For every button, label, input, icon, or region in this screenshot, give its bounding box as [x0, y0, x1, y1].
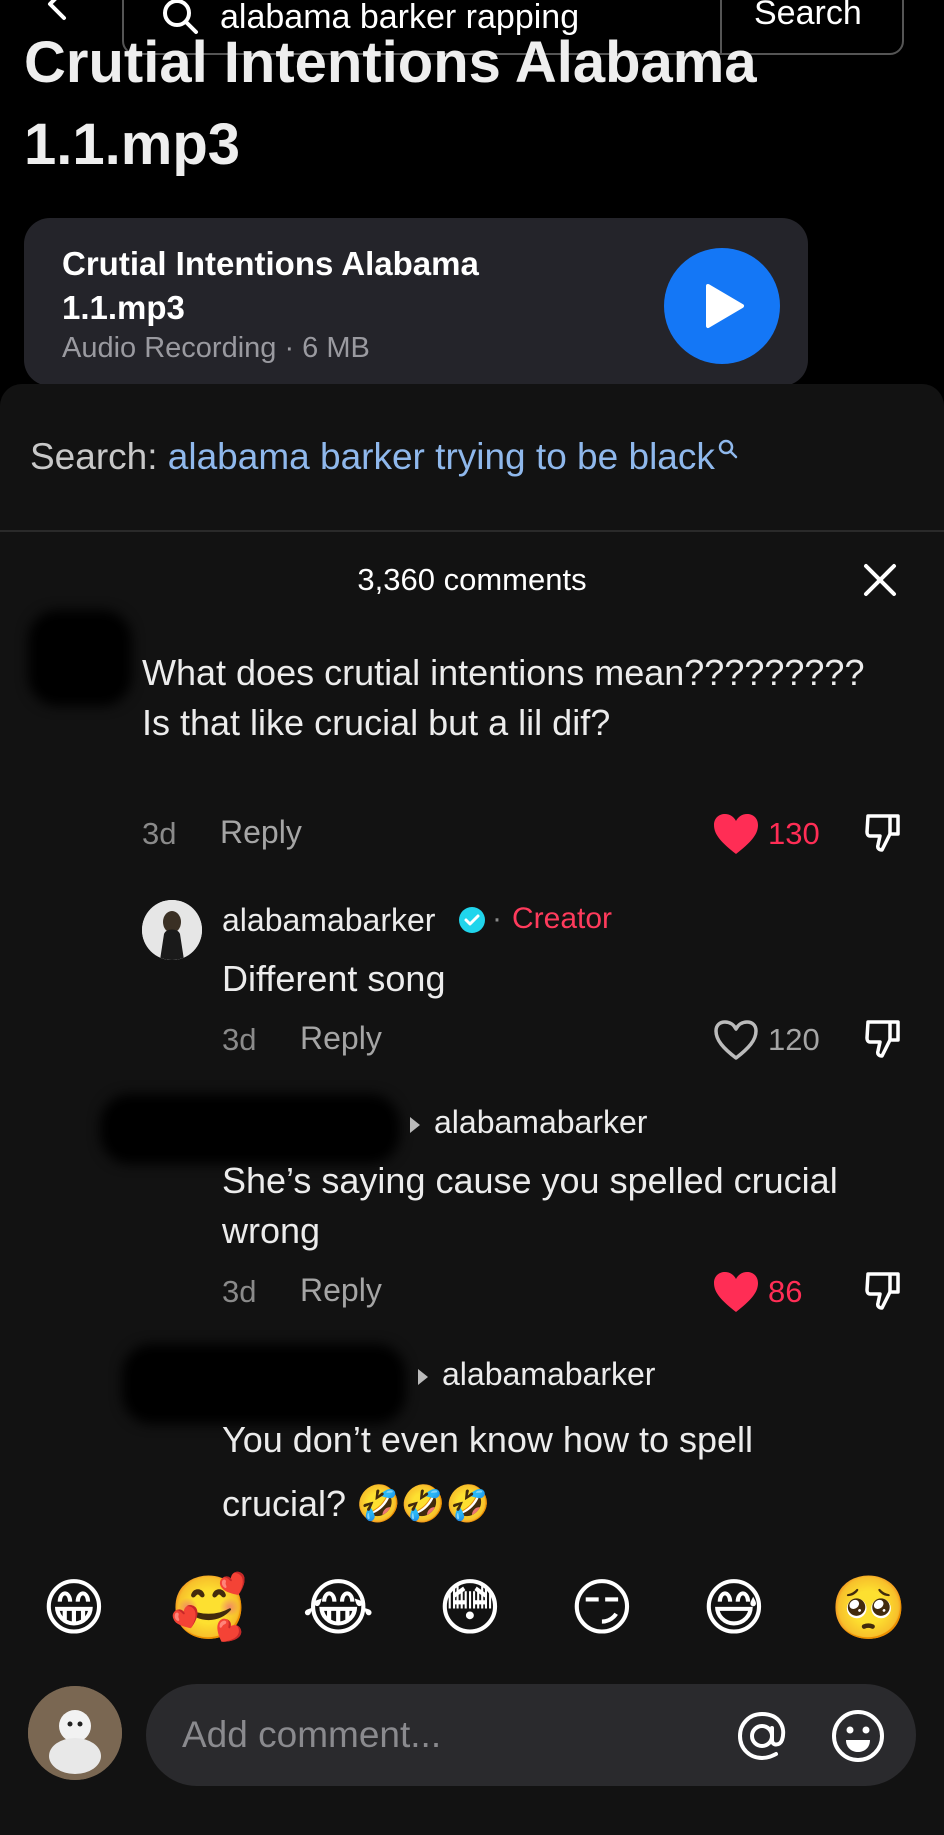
verified-badge-icon [459, 907, 485, 933]
emoji-sweat-smile[interactable]: 😅 [698, 1572, 770, 1644]
redacted-avatar [28, 610, 132, 706]
like-count: 86 [768, 1274, 803, 1309]
search-suggestion[interactable]: Search: alabama barker trying to be blac… [30, 436, 739, 478]
commenter-username[interactable]: alabamabarker [222, 902, 435, 939]
separator-dot: · [492, 902, 502, 935]
reply-button[interactable]: Reply [220, 814, 302, 851]
divider [0, 530, 944, 532]
reply-button[interactable]: Reply [300, 1272, 382, 1309]
close-icon[interactable] [860, 560, 900, 600]
emoji-tears-of-joy[interactable]: 😂 [302, 1572, 374, 1644]
dislike-icon[interactable] [864, 1018, 906, 1060]
comment-text: She’s saying cause you spelled crucial w… [222, 1160, 838, 1251]
comment-age: 3d [142, 816, 177, 851]
user-avatar[interactable] [28, 1686, 122, 1780]
creator-badge: Creator [512, 902, 613, 935]
comment-text: What does crutial intentions mean???????… [142, 652, 865, 743]
dislike-icon[interactable] [864, 812, 906, 854]
comment-age: 3d [222, 1022, 257, 1057]
emoji-smirk[interactable]: 😏 [566, 1572, 638, 1644]
emoji-smiling-hearts[interactable]: 🥰 [170, 1572, 247, 1644]
play-button[interactable] [664, 248, 780, 364]
reply-to-username[interactable]: alabamabarker [410, 1104, 647, 1141]
reply-arrow-icon [418, 1368, 428, 1385]
comment-input[interactable] [182, 1708, 682, 1762]
reply-arrow-icon [410, 1116, 420, 1133]
video-title: Crutial Intentions Alabama 1.1.mp3 [24, 30, 757, 177]
search-suggestion-label: Search: [30, 436, 168, 477]
mention-at-icon[interactable] [734, 1708, 790, 1764]
play-icon [706, 284, 744, 328]
comments-sheet: Search: alabama barker trying to be blac… [0, 384, 944, 1835]
back-arrow-icon[interactable] [40, 0, 76, 22]
creator-avatar[interactable] [142, 900, 202, 960]
like-count: 120 [768, 1022, 820, 1057]
comments-count: 3,360 comments [357, 562, 587, 597]
dislike-icon[interactable] [864, 1270, 906, 1312]
audio-file-meta: Audio Recording · 6 MB [62, 332, 370, 364]
avatar-photo [28, 1686, 122, 1780]
search-suggestion-term[interactable]: alabama barker trying to be black [168, 436, 715, 477]
comment-input-box[interactable] [146, 1684, 916, 1786]
avatar-photo [142, 900, 202, 960]
emoji-pleading[interactable]: 🥺 [830, 1572, 907, 1644]
audio-attachment-card[interactable]: Crutial Intentions Alabama 1.1.mp3 Audio… [24, 218, 808, 386]
heart-outline-icon[interactable] [712, 1018, 760, 1062]
comment-text: Different song [222, 958, 446, 999]
emoji-grinning[interactable]: 😁 [38, 1572, 110, 1644]
search-icon [718, 439, 738, 459]
reply-to-username[interactable]: alabamabarker [418, 1356, 655, 1393]
comment-age: 3d [222, 1274, 257, 1309]
like-count: 130 [768, 816, 820, 851]
emoji-flushed[interactable]: 😳 [434, 1572, 506, 1644]
quick-emoji-bar: 😁 🥰 😂 😳 😏 😅 🥺 [0, 1572, 944, 1652]
comment-composer [0, 1684, 944, 1804]
heart-filled-icon[interactable] [712, 812, 760, 856]
comment-text: You don’t even know how to spell crucial… [222, 1419, 754, 1524]
emoji-picker-icon[interactable] [830, 1708, 886, 1764]
reply-button[interactable]: Reply [300, 1020, 382, 1057]
heart-filled-icon[interactable] [712, 1270, 760, 1314]
audio-file-name: Crutial Intentions Alabama 1.1.mp3 [62, 245, 479, 326]
redacted-username [100, 1094, 400, 1164]
